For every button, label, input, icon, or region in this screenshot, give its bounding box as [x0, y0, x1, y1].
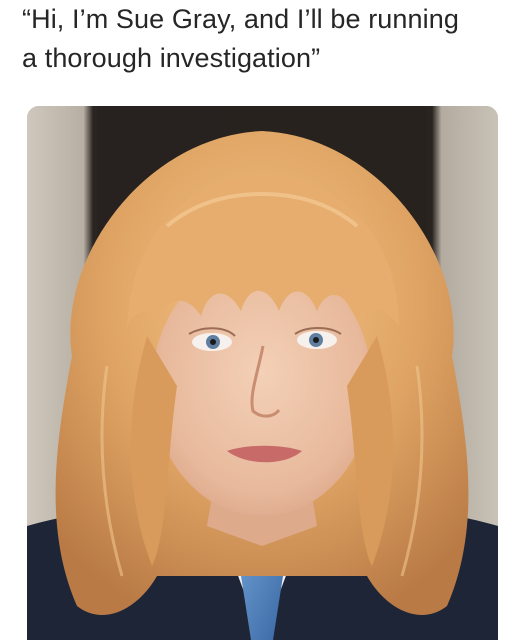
meme-caption: “Hi, I’m Sue Gray, and I’ll be running a…: [22, 0, 512, 78]
portrait-illustration: [27, 106, 498, 640]
caption-line-1: “Hi, I’m Sue Gray, and I’ll be running: [22, 4, 459, 34]
portrait-photo: [27, 106, 498, 640]
caption-line-2: a thorough investigation”: [22, 43, 321, 73]
